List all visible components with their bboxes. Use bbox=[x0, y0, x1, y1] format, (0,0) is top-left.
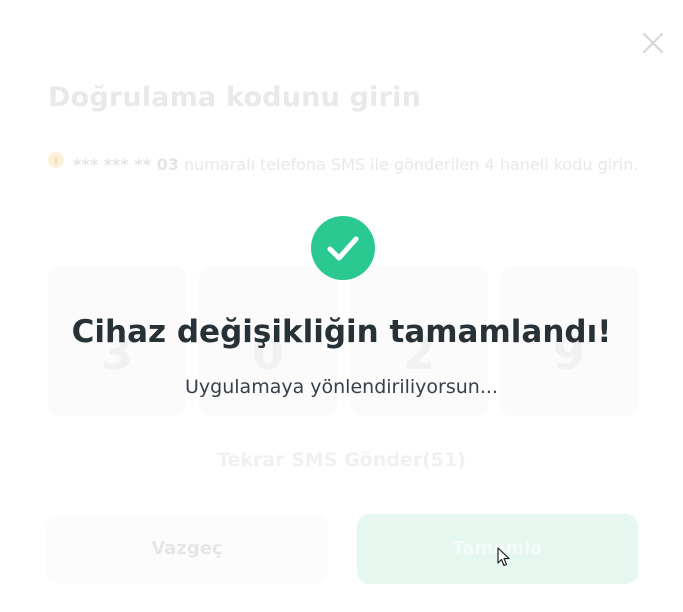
code-digit: 2 bbox=[402, 326, 435, 380]
code-input-2[interactable]: 0 bbox=[199, 266, 337, 416]
masked-phone-number: *** *** ** 03 bbox=[73, 155, 179, 174]
resend-countdown: (51) bbox=[422, 449, 466, 471]
close-button[interactable] bbox=[640, 30, 666, 56]
code-digit: 9 bbox=[552, 326, 585, 380]
close-icon bbox=[642, 32, 664, 54]
code-input-4[interactable]: 9 bbox=[500, 266, 638, 416]
info-text: *** *** ** 03 numaralı telefona SMS ile … bbox=[73, 148, 643, 181]
modal-title: Doğrulama kodunu girin bbox=[48, 82, 422, 113]
info-icon bbox=[48, 152, 64, 168]
code-input-1[interactable]: 3 bbox=[48, 266, 186, 416]
code-digit: 3 bbox=[100, 326, 133, 380]
cancel-button[interactable]: Vazgeç bbox=[46, 514, 328, 584]
code-digit: 0 bbox=[251, 326, 284, 380]
mouse-cursor-icon bbox=[497, 547, 511, 567]
code-input-3[interactable]: 2 bbox=[350, 266, 488, 416]
verification-modal: Doğrulama kodunu girin *** *** ** 03 num… bbox=[0, 0, 683, 612]
resend-sms-link[interactable]: Tekrar SMS Gönder(51) bbox=[0, 449, 683, 471]
info-description: numaralı telefona SMS ile gönderilen 4 h… bbox=[178, 155, 639, 174]
resend-label: Tekrar SMS Gönder bbox=[217, 449, 423, 471]
